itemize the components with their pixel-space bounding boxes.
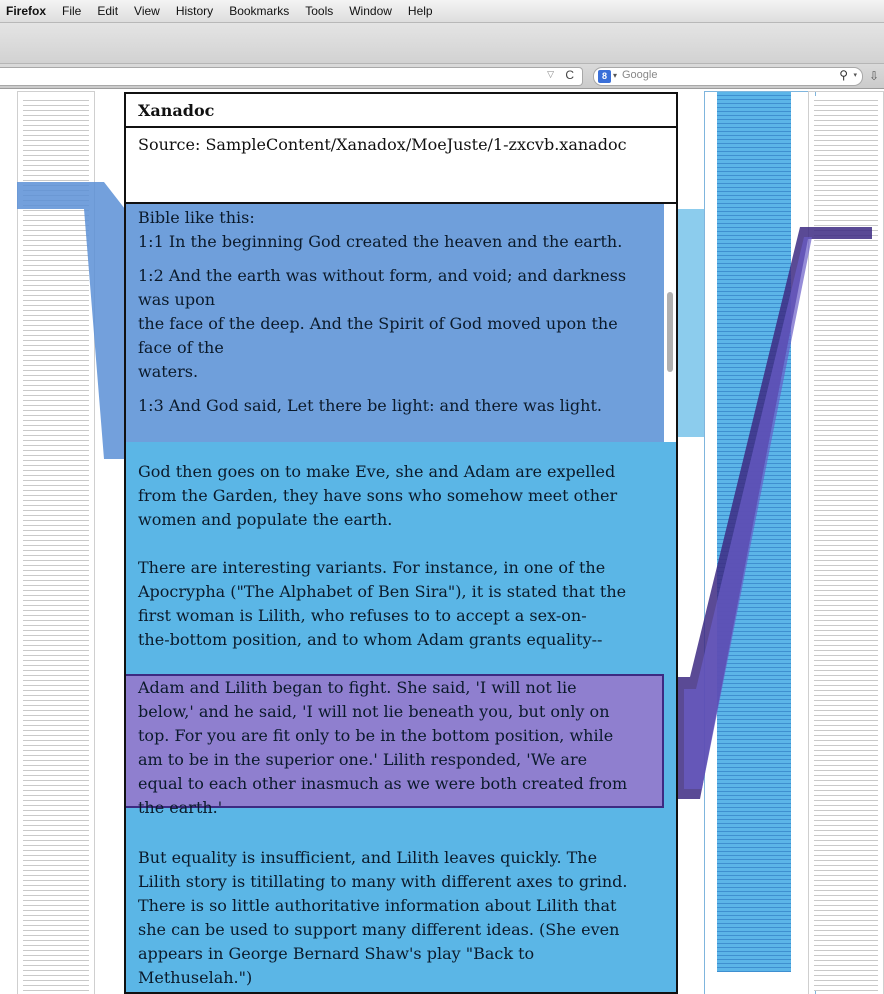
text-line: But equality is insufficient, and Lilith… [138,848,598,867]
text-line: the earth.' [138,798,223,817]
search-dropdown-icon[interactable]: ▾ [853,71,857,79]
text-line: she can be used to support many differen… [138,920,620,939]
document-body[interactable]: Bible like this: 1:1 In the beginning Go… [126,204,676,992]
menu-edit[interactable]: Edit [89,4,126,18]
text-line: There is so little authoritative informa… [138,896,617,915]
text-line: was upon [138,290,216,309]
highlight-purple-text: Adam and Lilith began to fight. She said… [138,676,666,820]
text-line: from the Garden, they have sons who some… [138,486,618,505]
menu-app-firefox[interactable]: Firefox [0,4,54,18]
menu-window[interactable]: Window [341,4,400,18]
chevron-down-icon[interactable]: ▾ [613,71,617,80]
menu-history[interactable]: History [168,4,221,18]
text-line: waters. [138,362,199,381]
paragraph-2: There are interesting variants. For inst… [138,556,666,652]
reload-icon[interactable]: C [565,68,574,82]
page-content: Xanadoc Source: SampleContent/Xanadox/Mo… [0,89,884,994]
menu-bookmarks[interactable]: Bookmarks [221,4,297,18]
paragraph-3: But equality is insufficient, and Lilith… [138,846,666,990]
text-line: 1:3 And God said, Let there be light: an… [138,396,602,415]
panel-title: Xanadoc [126,94,676,128]
search-engine-icon[interactable]: 8 [598,70,611,83]
xanadoc-panel: Xanadoc Source: SampleContent/Xanadox/Mo… [124,92,678,994]
text-line: 1:2 And the earth was without form, and … [138,266,627,285]
menubar: Firefox File Edit View History Bookmarks… [0,0,884,23]
search-placeholder: Google [622,69,658,81]
text-line: appears in George Bernard Shaw's play "B… [138,944,535,963]
text-line: Methuselah.") [138,968,253,987]
text-line: Apocrypha ("The Alphabet of Ben Sira"), … [138,582,627,601]
highlight-blue-text: Bible like this: 1:1 In the beginning Go… [138,206,666,418]
scrollbar-thumb[interactable] [667,292,673,372]
text-line: first woman is Lilith, who refuses to to… [138,606,587,625]
text-line: women and populate the earth. [138,510,393,529]
text-line: 1:1 In the beginning God created the hea… [138,232,623,251]
text-line: equal to each other inasmuch as we were … [138,774,628,793]
blue-link-ribbon-right [678,209,704,437]
text-line: the-bottom position, and to whom Adam gr… [138,630,603,649]
text-line: the face of the deep. And the Spirit of … [138,314,618,333]
menu-tools[interactable]: Tools [297,4,341,18]
search-icon[interactable]: ⚲ [839,68,848,82]
download-icon[interactable]: ⇩ [869,69,879,83]
navigation-toolbar: ▽ C 8 ▾ Google ⚲ ▾ ⇩ [0,64,884,89]
text-line: Bible like this: [138,208,255,227]
menu-help[interactable]: Help [400,4,441,18]
text-line: am to be in the superior one.' Lilith re… [138,750,588,769]
text-line: Adam and Lilith began to fight. She said… [138,678,577,697]
text-line: There are interesting variants. For inst… [138,558,606,577]
blue-link-ribbon [17,182,125,459]
search-bar[interactable]: 8 ▾ Google ⚲ ▾ [593,67,863,86]
tab-strip [0,23,884,64]
menu-view[interactable]: View [126,4,168,18]
url-bar[interactable]: ▽ C [0,67,583,86]
text-line: below,' and he said, 'I will not lie ben… [138,702,610,721]
menu-file[interactable]: File [54,4,89,18]
text-line: God then goes on to make Eve, she and Ad… [138,462,616,481]
text-line: Lilith story is titillating to many with… [138,872,628,891]
text-line: face of the [138,338,224,357]
panel-source: Source: SampleContent/Xanadox/MoeJuste/1… [126,128,676,204]
url-history-dropdown-icon[interactable]: ▽ [547,69,554,80]
paragraph-1: God then goes on to make Eve, she and Ad… [138,460,666,532]
text-line: top. For you are fit only to be in the b… [138,726,614,745]
